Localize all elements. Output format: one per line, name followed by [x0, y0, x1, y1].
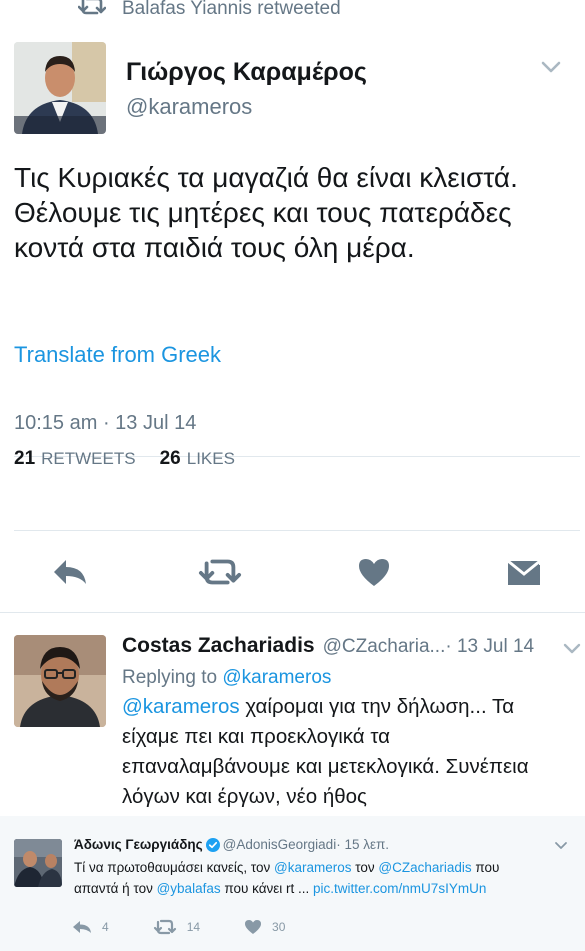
retweets-stat[interactable]: 21 RETWEETS: [14, 448, 136, 470]
retweets-count: 21: [14, 448, 36, 469]
chevron-down-icon[interactable]: [540, 56, 562, 78]
avatar[interactable]: [14, 42, 106, 134]
retweets-label: RETWEETS: [41, 449, 136, 468]
author-handle[interactable]: @karameros: [126, 94, 252, 120]
embedded-text-part: που κάνει rt ...: [220, 881, 314, 896]
reply-author-name[interactable]: Costas Zachariadis: [122, 634, 315, 658]
embedded-actions: 4 14 30: [72, 919, 329, 935]
embedded-tweet[interactable]: Άδωνις Γεωργιάδης @AdonisGeorgiadi · 15 …: [0, 816, 585, 951]
verified-badge-icon: [205, 837, 220, 852]
embedded-retweet-button[interactable]: 14: [153, 919, 200, 935]
embedded-text-part: τον: [351, 860, 379, 875]
pic-link[interactable]: pic.twitter.com/nmU7sIYmUn: [313, 881, 486, 896]
replying-to: Replying to @karameros: [122, 667, 331, 689]
likes-label: LIKES: [186, 449, 235, 468]
embedded-like-count: 30: [272, 920, 286, 934]
reply-text: @karameros χαίρομαι για την δήλωση... Τα…: [122, 692, 562, 812]
embedded-header: Άδωνις Γεωργιάδης @AdonisGeorgiadi · 15 …: [74, 837, 389, 852]
embedded-retweet-count: 14: [186, 920, 201, 934]
retweeted-header[interactable]: Balafas Yiannis retweeted: [77, 0, 341, 24]
translate-link[interactable]: Translate from Greek: [14, 342, 221, 368]
reply-header: Costas Zachariadis @CZacharia... · 13 Ju…: [122, 634, 534, 658]
replying-to-link[interactable]: @karameros: [222, 667, 331, 688]
reply-icon: [73, 921, 91, 933]
embedded-author-handle[interactable]: @AdonisGeorgiadi: [223, 837, 337, 852]
author-name[interactable]: Γιώργος Καραμέρος: [126, 58, 367, 87]
chevron-down-icon[interactable]: [562, 638, 582, 658]
avatar[interactable]: [14, 635, 106, 727]
reply-tweet[interactable]: Costas Zachariadis @CZacharia... · 13 Ju…: [0, 578, 585, 816]
tweet-timestamp[interactable]: 10:15 am · 13 Jul 14: [14, 412, 196, 435]
embedded-author-name[interactable]: Άδωνις Γεωργιάδης: [74, 837, 203, 852]
likes-count: 26: [159, 448, 181, 469]
mention-link[interactable]: @CZachariadis: [378, 860, 471, 875]
retweet-icon: [153, 919, 176, 935]
avatar[interactable]: [14, 839, 62, 887]
heart-icon: [245, 920, 262, 934]
retweet-small-icon: [77, 0, 122, 22]
reply-date[interactable]: · 13 Jul 14: [445, 636, 534, 658]
embedded-text: Τί να πρωτοθαυμάσει κανείς, τον @karamer…: [74, 857, 544, 899]
divider: [14, 530, 580, 531]
embedded-like-button[interactable]: 30: [244, 919, 285, 935]
replying-label: Replying to: [122, 667, 223, 688]
mention-link[interactable]: @karameros: [274, 860, 351, 875]
reply-author-handle[interactable]: @CZacharia...: [323, 636, 446, 658]
embedded-text-part: Τί να πρωτοθαυμάσει κανείς, τον: [74, 860, 274, 875]
chevron-down-icon[interactable]: [554, 838, 568, 852]
likes-stat[interactable]: 26 LIKES: [160, 448, 235, 470]
embedded-reply-button[interactable]: 4: [72, 919, 109, 935]
retweeted-by-text: Balafas Yiannis retweeted: [122, 0, 341, 19]
mention-link[interactable]: @ybalafas: [157, 881, 221, 896]
embedded-time[interactable]: · 15 λεπ.: [336, 837, 389, 852]
embedded-reply-count: 4: [102, 920, 109, 934]
tweet-stats: 21 RETWEETS 26 LIKES: [14, 448, 259, 470]
mention-link[interactable]: @karameros: [122, 695, 240, 718]
tweet-text: Τις Κυριακές τα μαγαζιά θα είναι κλειστά…: [14, 162, 518, 263]
